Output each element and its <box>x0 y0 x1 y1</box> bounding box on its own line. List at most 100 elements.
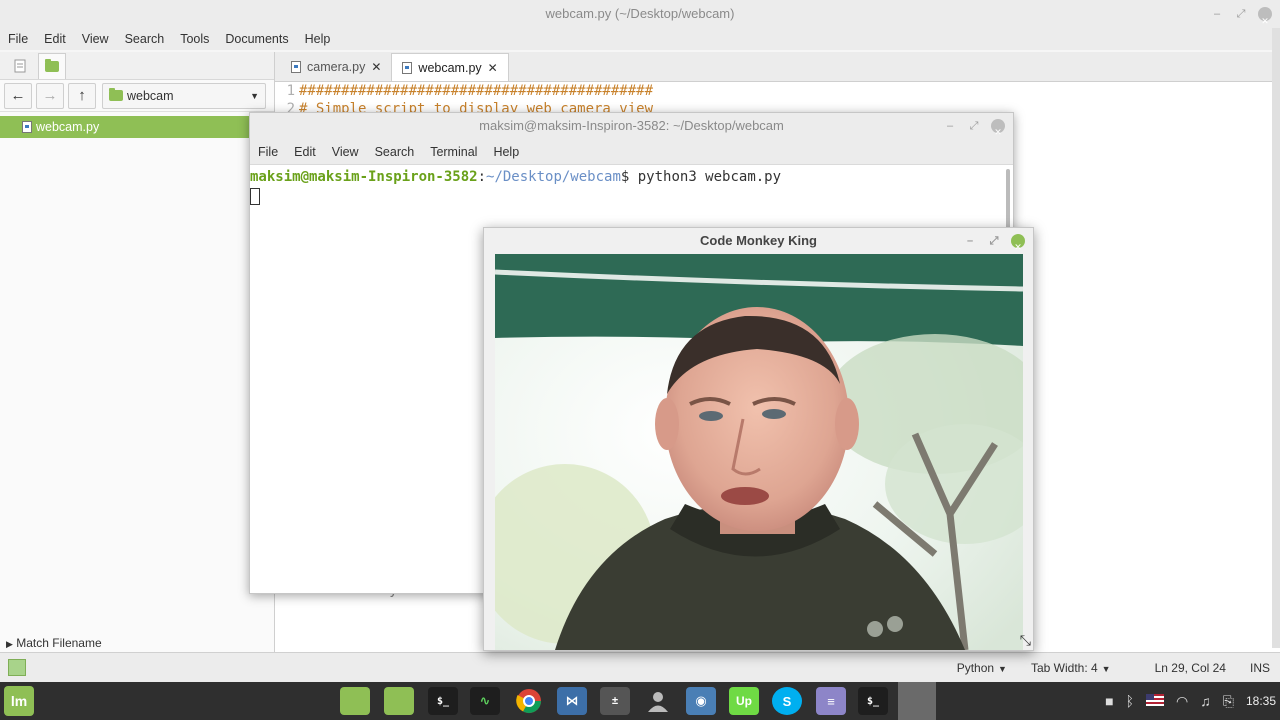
terminal-title: maksim@maksim-Inspiron-3582: ~/Desktop/w… <box>479 118 784 133</box>
taskbar-calculator-icon[interactable]: ± <box>600 687 630 715</box>
system-tray: ■ ᛒ ◠ ♫ ⎘ 18:35 <box>1105 682 1280 720</box>
arrow-right-icon: → <box>42 87 58 104</box>
tab-width-label: Tab Width: 4 <box>1030 661 1098 675</box>
language-label: Python <box>956 661 995 675</box>
close-icon[interactable]: ✕ <box>1258 7 1272 26</box>
mint-logo-icon: lm <box>10 693 28 709</box>
menu-file[interactable]: File <box>8 32 28 46</box>
file-name: webcam.py <box>36 120 100 134</box>
taskbar-user-icon[interactable] <box>643 687 673 715</box>
menu-edit[interactable]: Edit <box>294 145 316 159</box>
status-items: Python ▼ Tab Width: 4 ▼ Ln 29, Col 24 INS <box>957 653 1270 683</box>
bluetooth-icon[interactable]: ᛒ <box>1126 693 1134 709</box>
minimize-icon[interactable]: – <box>1210 0 1224 28</box>
gedit-menubar: File Edit View Search Tools Documents He… <box>0 28 1280 50</box>
document-tabs: camera.py ✕ webcam.py ✕ <box>275 52 1280 82</box>
prompt-user: maksim@maksim-Inspiron-3582 <box>250 169 478 185</box>
terminal-line: maksim@maksim-Inspiron-3582:~/Desktop/we… <box>250 168 1013 187</box>
line-number: 1 <box>286 83 295 99</box>
terminal-menubar: File Edit View Search Terminal Help <box>250 139 1013 165</box>
menu-search[interactable]: Search <box>375 145 415 159</box>
menu-view[interactable]: View <box>332 145 359 159</box>
prompt-path: ~/Desktop/webcam <box>486 169 621 185</box>
menu-help[interactable]: Help <box>305 32 331 46</box>
taskbar-text-editor-icon[interactable]: ≡ <box>816 687 846 715</box>
file-browser-nav: ← → ↑ webcam ▼ <box>0 80 274 112</box>
us-flag-icon[interactable] <box>1146 693 1165 709</box>
python-file-icon <box>291 61 301 73</box>
close-tab-icon[interactable]: ✕ <box>488 61 498 75</box>
taskbar-system-monitor-icon[interactable]: ∿ <box>470 687 500 715</box>
clipboard-icon[interactable]: ⎘ <box>1223 693 1234 710</box>
terminal-titlebar[interactable]: maksim@maksim-Inspiron-3582: ~/Desktop/w… <box>250 113 1013 139</box>
tab-width-selector[interactable]: Tab Width: 4 ▼ <box>1031 661 1111 675</box>
taskbar-terminal-icon[interactable]: $_ <box>858 687 888 715</box>
taskbar-screenshot-icon[interactable]: ◉ <box>686 687 716 715</box>
maximize-icon[interactable]: ⤢ <box>1234 0 1248 28</box>
menu-file[interactable]: File <box>258 145 278 159</box>
match-filename-label: Match Filename <box>16 636 102 650</box>
menu-documents[interactable]: Documents <box>225 32 288 46</box>
terminal-cursor <box>250 188 260 205</box>
tab-camera-py[interactable]: camera.py ✕ <box>281 53 391 81</box>
forward-button[interactable]: → <box>36 82 64 109</box>
menu-tools[interactable]: Tools <box>180 32 209 46</box>
dropdown-arrow-icon: ▼ <box>998 664 1007 674</box>
taskbar-skype-icon[interactable]: S <box>772 687 802 715</box>
tab-label: webcam.py <box>418 60 482 75</box>
camera-icon[interactable]: ■ <box>1105 693 1113 709</box>
maximize-icon[interactable]: ⤢ <box>987 228 1001 254</box>
terminal-line <box>250 187 1013 211</box>
command-text: python3 webcam.py <box>629 169 782 185</box>
file-browser-tab[interactable] <box>38 52 66 79</box>
music-icon[interactable]: ♫ <box>1200 693 1211 709</box>
side-panel-toggle-icon[interactable] <box>8 659 26 676</box>
side-panel-tabs <box>0 52 274 80</box>
menu-search[interactable]: Search <box>125 32 165 46</box>
camera-window-controls: – ⤢ ✕ <box>963 228 1033 254</box>
taskbar-files-icon[interactable] <box>340 687 370 715</box>
background-window-edge <box>1272 28 1280 648</box>
taskbar-chrome-icon[interactable] <box>514 687 544 715</box>
menu-view[interactable]: View <box>82 32 109 46</box>
taskbar-code-editor-icon[interactable]: ⋈ <box>557 687 587 715</box>
match-filename-expander[interactable]: ▶ Match Filename <box>6 636 102 650</box>
webcam-video-frame <box>495 254 1023 650</box>
python-file-icon <box>402 61 413 74</box>
wifi-icon[interactable]: ◠ <box>1176 693 1188 710</box>
terminal-window-controls: – ⤢ ✕ <box>943 113 1013 139</box>
file-list-item[interactable]: webcam.py <box>0 116 274 138</box>
document-list-icon <box>14 59 26 72</box>
close-icon[interactable]: ✕ <box>1011 234 1025 252</box>
taskbar-terminal-icon[interactable]: $_ <box>428 687 458 715</box>
menu-edit[interactable]: Edit <box>44 32 66 46</box>
mint-menu-button[interactable]: lm <box>4 686 34 716</box>
camera-titlebar[interactable]: Code Monkey King – ⤢ ✕ <box>484 228 1033 254</box>
folder-selector[interactable]: webcam ▼ <box>102 82 266 109</box>
resize-grip-icon[interactable]: ⤡ <box>1020 632 1031 649</box>
taskbar-upwork-icon[interactable]: Up <box>729 687 759 715</box>
minimize-icon[interactable]: – <box>963 228 977 254</box>
back-button[interactable]: ← <box>4 82 32 109</box>
minimize-icon[interactable]: – <box>943 113 957 139</box>
gedit-window-controls: – ⤢ ✕ <box>1210 0 1280 28</box>
clock[interactable]: 18:35 <box>1246 694 1276 708</box>
camera-window: Code Monkey King – ⤢ ✕ ⤡ <box>483 227 1034 651</box>
cursor-position: Ln 29, Col 24 <box>1154 661 1226 675</box>
folder-name: webcam <box>127 88 174 103</box>
tab-webcam-py[interactable]: webcam.py ✕ <box>391 53 509 81</box>
close-icon[interactable]: ✕ <box>991 119 1005 137</box>
gedit-titlebar[interactable]: webcam.py (~/Desktop/webcam) – ⤢ ✕ <box>0 0 1280 28</box>
menu-terminal[interactable]: Terminal <box>430 145 477 159</box>
up-button[interactable]: ↑ <box>68 82 96 109</box>
documents-tab[interactable] <box>6 53 34 79</box>
maximize-icon[interactable]: ⤢ <box>967 113 981 139</box>
menu-help[interactable]: Help <box>493 145 519 159</box>
code-text: ########################################… <box>299 83 654 99</box>
language-selector[interactable]: Python ▼ <box>957 661 1007 675</box>
close-tab-icon[interactable]: ✕ <box>371 60 381 74</box>
python-file-icon <box>22 121 32 133</box>
taskbar-active-window[interactable] <box>898 682 936 720</box>
folder-icon <box>109 88 123 101</box>
taskbar-folder-icon[interactable] <box>384 687 414 715</box>
